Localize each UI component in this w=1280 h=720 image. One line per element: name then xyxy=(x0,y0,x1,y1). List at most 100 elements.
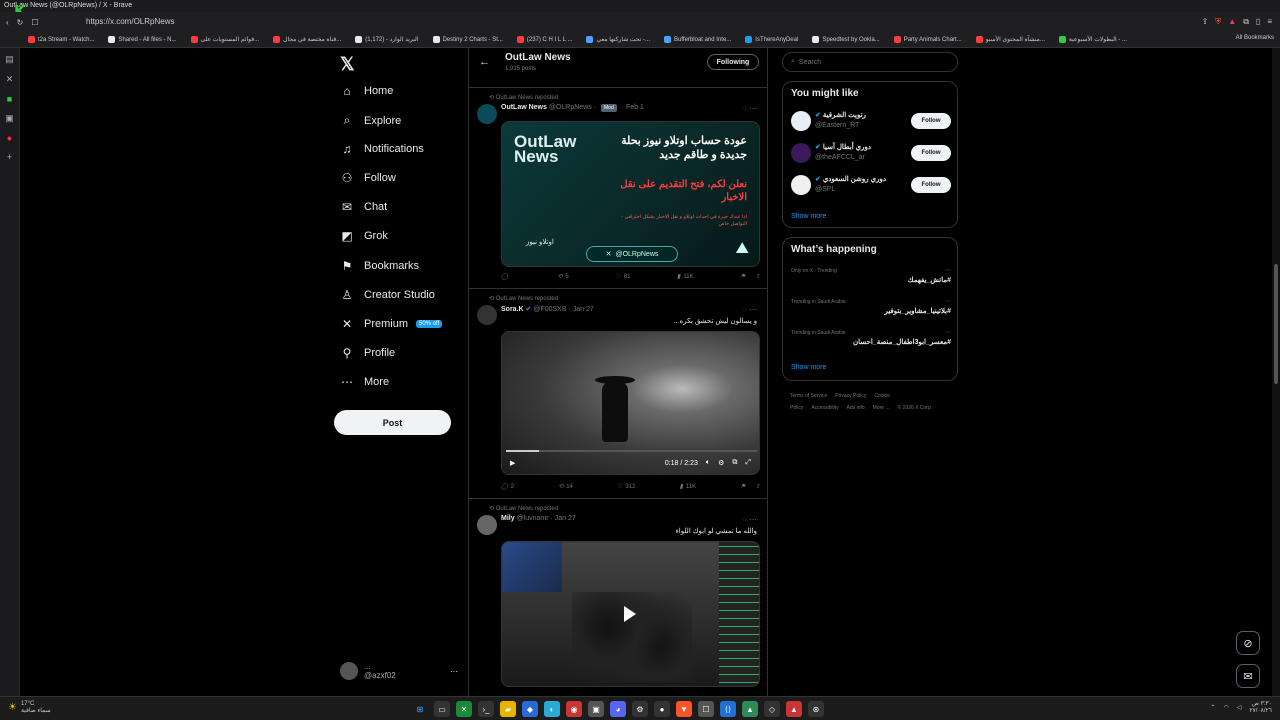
bookmark-item[interactable]: قناة مختصة في مجال... xyxy=(273,36,341,43)
bookmark-item[interactable]: البطولات الأسبوعية - ... xyxy=(1058,36,1127,43)
trend-item[interactable]: Trending in Saudi Arabia ⋯ #معسر_ابو3اطفال… xyxy=(791,330,951,360)
footer-link[interactable]: More ... xyxy=(873,405,890,411)
suggested-account[interactable]: دوري أبطال آسيا ✔ @theAFCCL_ar Follow xyxy=(791,141,951,167)
avatar[interactable] xyxy=(791,143,811,163)
show-more-link[interactable]: Show more xyxy=(791,213,826,220)
nav-item-grok[interactable]: ◩ Grok xyxy=(340,229,388,243)
following-button[interactable]: Following xyxy=(707,54,759,70)
bookmark-item[interactable]: البريد الوارد - (1,172) xyxy=(355,36,419,43)
share-icon[interactable]: ⇪ xyxy=(755,273,760,280)
all-bookmarks-button[interactable]: All Bookmarks xyxy=(1236,35,1274,41)
suggested-name[interactable]: دوري روشن السعودي ✔ xyxy=(815,175,886,183)
share-icon[interactable]: ⇪ xyxy=(1202,17,1209,27)
volume-icon[interactable]: 🔈︎ xyxy=(706,459,710,467)
scrollbar-thumb[interactable] xyxy=(1274,264,1278,384)
follow-button[interactable]: Follow xyxy=(911,145,951,161)
app-icon[interactable]: ▣ xyxy=(588,701,604,717)
file-explorer-icon[interactable]: ▰ xyxy=(500,701,516,717)
nav-item-home[interactable]: ⌂ Home xyxy=(340,84,393,98)
search-input[interactable]: ⌕ Search xyxy=(782,52,958,72)
app-sidebar-icon[interactable]: ▣ xyxy=(5,113,14,124)
avatar[interactable] xyxy=(791,175,811,195)
app-icon[interactable]: ⊛ xyxy=(808,701,824,717)
start-icon[interactable]: ⊞ xyxy=(412,701,428,717)
task-view-icon[interactable]: ▭ xyxy=(434,701,450,717)
nav-item-notifications[interactable]: ♫ Notifications xyxy=(340,142,424,156)
grok-icon[interactable]: ◌ xyxy=(742,305,747,314)
follow-button[interactable]: Follow xyxy=(911,177,951,193)
like-button[interactable]: ♡ 81 xyxy=(615,273,630,281)
grok-icon[interactable]: ◌ xyxy=(742,104,747,113)
bookmark-item[interactable]: Bufferbloat and Inte... xyxy=(664,36,731,43)
share-icon[interactable]: ⇪ xyxy=(755,483,760,490)
like-button[interactable]: ♡ 312 xyxy=(617,483,635,491)
more-icon[interactable]: ⋯ xyxy=(749,515,757,524)
nav-item-premium[interactable]: ✕ Premium 50% off xyxy=(340,317,443,331)
youtube-sidebar-icon[interactable]: ● xyxy=(7,133,12,143)
sidebar-panel-icon[interactable]: ▤ xyxy=(5,54,14,65)
reply-button[interactable]: ◯ 2 xyxy=(501,483,514,491)
tweet-video[interactable] xyxy=(501,541,760,687)
discord-icon[interactable]: ◕ xyxy=(610,701,626,717)
grok-fab-icon[interactable]: ⊘ xyxy=(1236,631,1260,655)
volume-icon[interactable]: ◁ xyxy=(1237,704,1242,711)
bookmark-item[interactable]: (237) C H I L L ... xyxy=(516,36,572,43)
terminal-icon[interactable]: ›_ xyxy=(478,701,494,717)
author-name[interactable]: Mily xyxy=(501,515,515,522)
chevron-up-icon[interactable]: ⌃ xyxy=(1210,704,1215,711)
vscode-icon[interactable]: ⟨⟩ xyxy=(720,701,736,717)
nav-item-explore[interactable]: ⌕ Explore xyxy=(340,113,402,128)
views-button[interactable]: ▮ 11K xyxy=(680,483,697,491)
bookmark-item[interactable]: منشآة المحتوى الأسبو... xyxy=(975,36,1045,43)
suggested-name[interactable]: رتويت الشرقية ✔ xyxy=(815,111,866,119)
x-sidebar-icon[interactable]: ✕ xyxy=(6,74,14,85)
tweet[interactable]: ⟲ OutLaw News reposted Mily @luvnamr · J… xyxy=(469,499,767,696)
play-icon[interactable]: ▶ xyxy=(510,459,515,467)
account-switcher[interactable]: ... @azxf02 ⋯ xyxy=(340,662,458,680)
tweet-video[interactable]: ▶ 0:18 / 2:23 🔈︎ ⚙ ⧉ ⤢ xyxy=(501,331,760,475)
grok-icon[interactable]: ◌ xyxy=(742,515,747,524)
bookmark-item[interactable]: قوائم المستويات على... xyxy=(190,36,259,43)
author-handle[interactable]: @luvnamr xyxy=(517,515,549,522)
settings-icon[interactable]: ⚙ xyxy=(718,459,724,467)
tweet-image[interactable]: OutLaw News عودة حساب اوتلاو نيوز بحلة ج… xyxy=(501,121,760,267)
pip-icon[interactable]: ⧉ xyxy=(732,459,737,467)
bookmark-item[interactable]: Speedtest by Ookla... xyxy=(812,36,880,43)
tweet-date[interactable]: Jan 27 xyxy=(573,306,594,313)
github-icon[interactable]: ● xyxy=(654,701,670,717)
back-arrow-icon[interactable]: ← xyxy=(479,56,490,68)
trend-item[interactable]: Only on X · Trending ⋯ #ماتش_يفهمك xyxy=(791,268,951,298)
url-field[interactable]: https://x.com/OLRpNews xyxy=(80,15,1060,29)
edge-icon[interactable]: ◐ xyxy=(544,701,560,717)
tweet-options[interactable]: ◌ ⋯ xyxy=(742,515,757,524)
tweet[interactable]: ⟲ OutLaw News reposted Sora.K ✔ @F00SXB … xyxy=(469,289,767,499)
play-icon[interactable] xyxy=(624,606,636,622)
footer-link[interactable]: Terms of Service xyxy=(790,393,827,399)
repost-button[interactable]: ⟲ 5 xyxy=(557,273,568,281)
nav-item-profile[interactable]: ⚲ Profile xyxy=(340,346,396,360)
bookmark-item[interactable]: Shared - All files - N... xyxy=(108,36,177,43)
app-icon[interactable]: ◇ xyxy=(764,701,780,717)
bookmark-item[interactable]: Destiny 2 Charts - St... xyxy=(432,36,503,43)
footer-link[interactable]: Privacy Policy xyxy=(835,393,866,399)
footer-link[interactable]: Ads info xyxy=(847,405,865,411)
tweet-date[interactable]: Jan 27 xyxy=(555,515,576,522)
bookmark-page-icon[interactable]: ☐ xyxy=(31,18,38,27)
avatar[interactable] xyxy=(477,305,497,325)
bookmark-item[interactable]: IsThereAnyDeal xyxy=(745,36,798,43)
xbox-icon[interactable]: ✕ xyxy=(456,701,472,717)
kick-sidebar-icon[interactable]: ■ xyxy=(7,94,12,104)
messages-fab-icon[interactable]: ✉ xyxy=(1236,664,1260,688)
back-icon[interactable]: ‹ xyxy=(6,18,9,27)
tweet-date[interactable]: Feb 1 xyxy=(626,104,644,111)
weather-widget[interactable]: ☀ 17°C سماء صافية xyxy=(8,701,51,714)
clock-time[interactable]: ٣:٣٠ ص xyxy=(1249,700,1272,707)
nav-item-chat[interactable]: ✉ Chat xyxy=(340,200,387,214)
more-icon[interactable]: ⋯ xyxy=(945,329,951,336)
suggested-account[interactable]: رتويت الشرقية ✔ @Eastern_RT Follow xyxy=(791,109,951,135)
media-icon[interactable]: ◉ xyxy=(566,701,582,717)
scrollbar[interactable] xyxy=(1272,48,1280,696)
bookmark-item[interactable]: تحت شاركتها معي -... xyxy=(586,36,650,43)
author-handle[interactable]: @F00SXB xyxy=(533,306,566,313)
reload-icon[interactable]: ↻ xyxy=(17,18,24,27)
